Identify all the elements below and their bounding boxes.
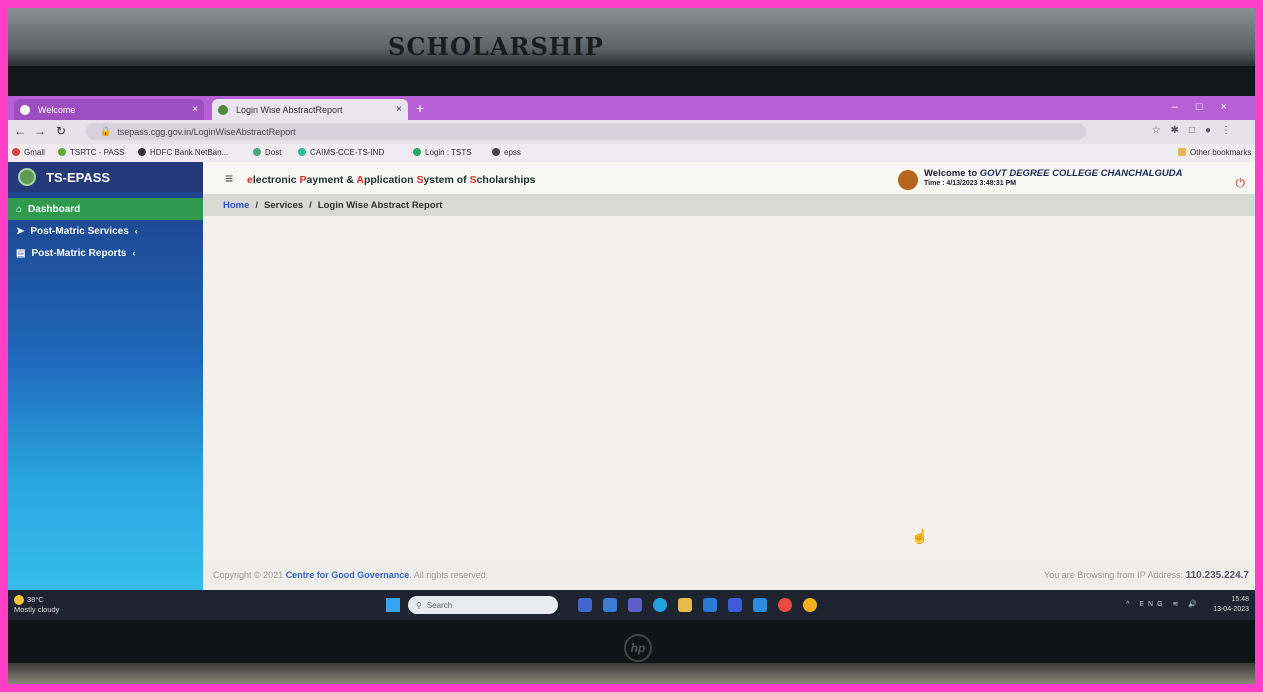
hp-logo-icon: hp (624, 634, 652, 662)
windows-taskbar: 38°C Mostly cloudy ⚲ Search ^ ENG ≋ 🔊 15… (8, 590, 1255, 620)
app-icon[interactable] (728, 598, 742, 612)
close-icon[interactable]: × (396, 104, 402, 115)
search-icon: ⚲ (416, 600, 422, 610)
edge-icon[interactable] (653, 598, 667, 612)
app-root: TS-EPASS ⌂ Dashboard ➤ Post-Matric Servi… (8, 162, 1255, 590)
hand-cursor-icon: ☝ (911, 528, 929, 544)
bookmark-hdfc[interactable]: HDFC Bank NetBan... (138, 148, 228, 157)
lock-icon: 🔒 (100, 126, 112, 136)
send-icon: ➤ (16, 225, 25, 237)
wall-background: SCHOLARSHIP (8, 8, 1255, 66)
brand[interactable]: TS-EPASS (8, 162, 203, 192)
forward-arrow-icon[interactable]: → (34, 124, 46, 138)
sidebar-item-dashboard[interactable]: ⌂ Dashboard (8, 198, 203, 220)
window-controls[interactable]: ‒□× (1172, 101, 1245, 113)
widgets-icon[interactable] (603, 598, 617, 612)
wall-sign: SCHOLARSHIP (388, 32, 604, 61)
cgg-link[interactable]: Centre for Good Governance (286, 570, 410, 580)
hamburger-menu-icon[interactable]: ≡ (225, 170, 233, 186)
breadcrumb-services: Services (264, 199, 304, 211)
tab-label: Welcome (38, 104, 76, 115)
store-icon[interactable] (703, 598, 717, 612)
other-bookmarks[interactable]: Other bookmarks (1178, 148, 1251, 157)
bookmark-tsts[interactable]: Login : TSTS (413, 148, 472, 157)
chrome-icon[interactable] (803, 598, 817, 612)
tab-login-wise-abstract-report[interactable]: Login Wise AbstractReport × (212, 99, 408, 120)
teams-icon[interactable] (628, 598, 642, 612)
report-icon: ▤ (16, 247, 26, 259)
url-input[interactable]: 🔒 tsepass.cgg.gov.in/LoginWiseAbstractRe… (86, 123, 1086, 140)
back-arrow-icon[interactable]: ← (14, 124, 26, 138)
home-icon: ⌂ (16, 203, 23, 215)
windows-start-icon[interactable] (386, 598, 400, 612)
chevron-left-icon: ‹ (132, 248, 136, 258)
sidebar-item-label: Dashboard (28, 203, 81, 215)
task-view-icon[interactable] (578, 598, 592, 612)
welcome-text: Welcome to GOVT DEGREE COLLEGE CHANCHALG… (924, 168, 1183, 179)
ts-logo-icon (18, 168, 36, 186)
footer: Copyright © 2021 Centre for Good Governa… (203, 560, 1255, 590)
desk-surface (8, 663, 1255, 684)
bookmark-dost[interactable]: Dost (253, 148, 281, 157)
tab-welcome[interactable]: Welcome × (14, 99, 204, 120)
bookmark-tsrtc[interactable]: TSRTC - PASS (58, 148, 124, 157)
ip-address-text: You are Browsing from IP Address: 110.23… (1044, 570, 1249, 581)
app-header: ≡ electronic Payment & Application Syste… (203, 162, 1255, 195)
close-icon[interactable]: × (192, 104, 198, 115)
brand-name: TS-EPASS (46, 169, 111, 185)
taskbar-search-input[interactable]: ⚲ Search (408, 596, 558, 614)
bookmark-epss[interactable]: epss (492, 148, 521, 157)
toolbar-icons[interactable]: ☆✱□●⋮ (1152, 125, 1241, 136)
system-tray[interactable]: ^ ENG ≋ 🔊 (1126, 600, 1201, 608)
url-text: tsepass.cgg.gov.in/LoginWiseAbstractRepo… (117, 126, 296, 137)
breadcrumb-home[interactable]: Home (223, 200, 249, 211)
bookmark-caims[interactable]: CAIMS-CCE-TS-IND (298, 148, 384, 157)
reload-icon[interactable]: ↻ (56, 124, 66, 138)
logout-power-icon[interactable]: ⏻ (1236, 176, 1246, 191)
avatar[interactable] (898, 170, 918, 190)
ip-address-value: 110.235.224.7 (1185, 570, 1249, 581)
app-title: electronic Payment & Application System … (247, 174, 536, 186)
sidebar-item-label: Post-Matric Reports (31, 247, 127, 259)
browser-tab-strip: Welcome × Login Wise AbstractReport × + … (8, 96, 1255, 120)
chevron-left-icon: ‹ (134, 226, 138, 236)
file-explorer-icon[interactable] (678, 598, 692, 612)
new-tab-button[interactable]: + (416, 100, 424, 116)
college-name: GOVT DEGREE COLLEGE CHANCHALGUDA (979, 168, 1183, 179)
photos-icon[interactable] (778, 598, 792, 612)
sidebar-menu: ⌂ Dashboard ➤ Post-Matric Services ‹ ▤ P… (8, 198, 203, 264)
sidebar-item-post-matric-services[interactable]: ➤ Post-Matric Services ‹ (8, 220, 203, 242)
bookmark-gmail[interactable]: Gmail (12, 148, 45, 157)
chrome-favicon-icon (20, 104, 30, 115)
tab-label: Login Wise AbstractReport (236, 104, 343, 115)
taskbar-clock[interactable]: 15:48 13-04-2023 (1213, 595, 1249, 615)
sidebar-item-label: Post-Matric Services (30, 225, 129, 237)
sidebar: TS-EPASS ⌂ Dashboard ➤ Post-Matric Servi… (8, 162, 203, 590)
site-favicon-icon (218, 104, 228, 115)
bookmarks-bar: Gmail TSRTC - PASS HDFC Bank NetBan... D… (8, 144, 1255, 162)
breadcrumb-current: Login Wise Abstract Report (317, 199, 443, 211)
weather-widget[interactable]: 38°C Mostly cloudy (14, 595, 59, 615)
photo-frame: SCHOLARSHIP Welcome × Login Wise Abstrac… (8, 8, 1255, 684)
mail-icon[interactable] (753, 598, 767, 612)
address-bar-row: ← → ↻ 🔒 tsepass.cgg.gov.in/LoginWiseAbst… (8, 120, 1255, 144)
copyright-text: Copyright © 2021 Centre for Good Governa… (213, 570, 489, 580)
breadcrumb: Home / Services / Login Wise Abstract Re… (203, 194, 1255, 216)
cloud-sun-icon (14, 595, 24, 606)
login-time: Time : 4/13/2023 3:48:31 PM (924, 180, 1017, 187)
main-content: ☝ (203, 216, 1255, 560)
sidebar-item-post-matric-reports[interactable]: ▤ Post-Matric Reports ‹ (8, 242, 203, 264)
